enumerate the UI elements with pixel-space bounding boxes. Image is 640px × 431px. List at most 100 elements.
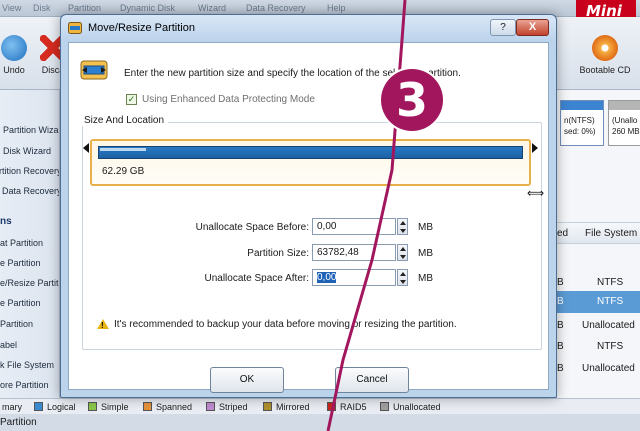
table-cell: NTFS <box>597 277 624 288</box>
undo-icon <box>1 35 27 61</box>
disk-map-unallocated[interactable]: (Unallo 260 MB <box>608 100 640 146</box>
spin-down-icon[interactable] <box>400 255 406 259</box>
unallocate-after-input[interactable]: 0,00 <box>312 269 396 286</box>
disk-map-label: sed: 0%) <box>564 127 596 136</box>
legend-item-striped: Striped <box>206 402 248 412</box>
legend-swatch <box>88 402 97 411</box>
table-cell: Unallocated <box>582 363 635 374</box>
sidebar-item-move-resize-partition[interactable]: e/Resize Partitio <box>0 278 59 288</box>
column-header-file-system[interactable]: File System <box>585 228 637 239</box>
partition-bar[interactable] <box>98 146 523 159</box>
partition-size-input[interactable]: 63782,48 <box>312 244 396 261</box>
legend-swatch <box>206 402 215 411</box>
table-cell: B <box>557 363 564 374</box>
unallocate-before-value: 0,00 <box>317 221 337 232</box>
size-location-group-label: Size And Location <box>80 115 169 126</box>
sidebar-item-split-partition[interactable]: Partition <box>0 319 33 329</box>
menu-item-partition[interactable]: Partition <box>68 3 101 13</box>
legend-label: mary <box>2 402 22 412</box>
step-number-badge: 3 <box>381 69 443 131</box>
sidebar: Partition Wiza Disk Wizard rtition Recov… <box>0 90 60 402</box>
sidebar-item-format-partition[interactable]: at Partition <box>0 238 43 248</box>
undo-button[interactable]: Undo <box>0 35 34 75</box>
sidebar-item-delete-partition[interactable]: e Partition <box>0 258 41 268</box>
sidebar-item-disk-wizard[interactable]: Disk Wizard <box>3 146 51 156</box>
cancel-button[interactable]: Cancel <box>335 367 409 393</box>
partition-map[interactable]: 62.29 GB <box>90 139 531 186</box>
table-cell: B <box>557 277 564 288</box>
table-row[interactable]: B NTFS <box>557 291 640 313</box>
menu-item-wizard[interactable]: Wizard <box>198 3 226 13</box>
disk-map: n(NTFS) sed: 0%) (Unallo 260 MB <box>557 100 640 146</box>
spin-up-icon[interactable] <box>400 272 406 276</box>
legend-item-logical: Logical <box>34 402 76 412</box>
spin-down-icon[interactable] <box>400 280 406 284</box>
disk-map-partition-ntfs[interactable]: n(NTFS) sed: 0%) <box>560 100 604 146</box>
partition-size-value: 63782,48 <box>317 247 359 258</box>
sidebar-item-partition-recovery[interactable]: rtition Recovery W <box>0 166 59 176</box>
disk-map-label: 260 MB <box>612 127 640 136</box>
menu-item-help[interactable]: Help <box>327 3 346 13</box>
dialog-title: Move/Resize Partition <box>88 22 195 34</box>
legend-label: RAID5 <box>340 402 367 412</box>
resize-cursor-icon: ⟺ <box>527 186 545 200</box>
table-cell: Unallocated <box>582 320 635 331</box>
close-button[interactable]: X <box>516 19 549 36</box>
legend: mary Logical Simple Spanned Striped Mirr… <box>0 398 640 414</box>
ok-button[interactable]: OK <box>210 367 284 393</box>
menu-item-dynamic-disk[interactable]: Dynamic Disk <box>120 3 175 13</box>
unallocate-after-unit: MB <box>418 273 433 284</box>
legend-label: Mirrored <box>276 402 310 412</box>
help-button[interactable]: ? <box>490 19 516 36</box>
menu-item-disk[interactable]: Disk <box>33 3 51 13</box>
legend-swatch <box>380 402 389 411</box>
spin-up-icon[interactable] <box>400 221 406 225</box>
protect-mode-checkbox[interactable]: ✓ <box>126 94 137 105</box>
left-resize-handle[interactable] <box>83 143 89 153</box>
sidebar-item-partition-wizard[interactable]: Partition Wiza <box>3 125 59 135</box>
partition-size-spinner[interactable] <box>397 244 408 261</box>
table-cell: B <box>557 296 564 307</box>
disk-map-bar <box>609 101 640 110</box>
dialog-titlebar[interactable]: Move/Resize Partition ? X <box>61 15 556 41</box>
unallocate-before-spinner[interactable] <box>397 218 408 235</box>
spin-up-icon[interactable] <box>400 247 406 251</box>
unallocate-after-label: Unallocate Space After: <box>204 273 309 284</box>
legend-label: Simple <box>101 402 129 412</box>
spin-down-icon[interactable] <box>400 229 406 233</box>
partition-size-unit: MB <box>418 248 433 259</box>
disk-map-bar <box>561 101 603 110</box>
column-header-used[interactable]: ed <box>557 228 568 239</box>
unallocate-after-spinner[interactable] <box>397 269 408 286</box>
bootable-cd-icon <box>592 35 618 61</box>
legend-item-spanned: Spanned <box>143 402 192 412</box>
table-row[interactable]: B NTFS <box>557 336 640 358</box>
legend-swatch <box>143 402 152 411</box>
legend-label: Logical <box>47 402 76 412</box>
sidebar-heading-operations: ns <box>0 216 12 227</box>
table-cell: NTFS <box>597 341 624 352</box>
table-cell: B <box>557 320 564 331</box>
bootable-cd-label: Bootable CD <box>579 65 631 75</box>
sidebar-item-explore-partition[interactable]: ore Partition <box>0 380 49 390</box>
partition-used-bar <box>100 148 146 151</box>
unallocate-before-input[interactable]: 0,00 <box>312 218 396 235</box>
partition-size-label: 62.29 GB <box>102 166 145 177</box>
sidebar-item-check-file-system[interactable]: k File System <box>0 360 54 370</box>
table-row[interactable]: B Unallocated <box>557 315 640 337</box>
right-resize-handle[interactable] <box>532 143 538 153</box>
menu-item-data-recovery[interactable]: Data Recovery <box>246 3 306 13</box>
legend-item-simple: Simple <box>88 402 129 412</box>
main-panel: n(NTFS) sed: 0%) (Unallo 260 MB ed File … <box>557 90 640 402</box>
table-row[interactable]: B Unallocated <box>557 358 640 380</box>
bootable-cd-button[interactable]: Bootable CD <box>572 35 638 75</box>
legend-item-primary: mary <box>2 402 22 412</box>
sidebar-item-merge-partition[interactable]: e Partition <box>0 298 41 308</box>
status-text: Partition <box>0 417 37 428</box>
legend-label: Spanned <box>156 402 193 412</box>
menu-item-view[interactable]: View <box>2 3 21 13</box>
table-cell: B <box>557 341 564 352</box>
sidebar-item-label[interactable]: abel <box>0 340 17 350</box>
unallocate-before-unit: MB <box>418 222 433 233</box>
sidebar-item-data-recovery[interactable]: Data Recovery <box>2 186 59 196</box>
